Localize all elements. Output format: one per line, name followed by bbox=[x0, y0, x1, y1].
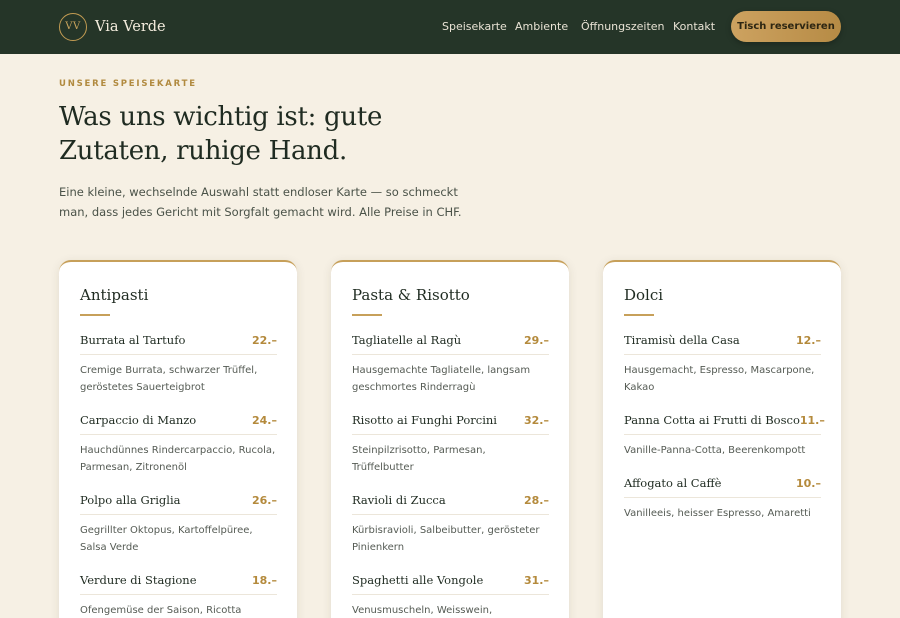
dish-description: Hausgemacht, Espresso, Mascarpone, Kakao bbox=[624, 365, 815, 393]
menu-card-antipasti: Antipasti Burrata al Tartufo 22.– Cremig… bbox=[59, 260, 297, 618]
dish-price: 32.– bbox=[524, 414, 549, 427]
dish-description: Vanille-Panna-Cotta, Beerenkompott bbox=[624, 445, 806, 456]
dish-price: 26.– bbox=[252, 494, 277, 507]
dish-price: 24.– bbox=[252, 414, 277, 427]
dish-price: 18.– bbox=[252, 574, 277, 587]
dish-price: 12.– bbox=[796, 334, 821, 347]
dish-price: 10.– bbox=[796, 477, 821, 490]
menu-item: Affogato al Caffè 10.– Vanilleeis, heiss… bbox=[624, 475, 821, 522]
dish-name: Tiramisù della Casa bbox=[624, 333, 740, 347]
menu-item: Risotto ai Funghi Porcini 32.– Steinpilz… bbox=[352, 412, 549, 476]
menu-category-title: Dolci bbox=[624, 286, 664, 304]
menu-item: Tiramisù della Casa 12.– Hausgemacht, Es… bbox=[624, 332, 821, 396]
logo-monogram: VV bbox=[59, 12, 87, 41]
menu-card-pasta-risotto: Pasta & Risotto Tagliatelle al Ragù 29.–… bbox=[331, 260, 569, 618]
dish-name: Ravioli di Zucca bbox=[352, 493, 446, 507]
reserve-table-button[interactable]: Tisch reservieren bbox=[731, 11, 841, 42]
dish-description: Venusmuscheln, Weisswein, Knoblauch, Pet… bbox=[352, 605, 493, 616]
nav-link-kontakt[interactable]: Kontakt bbox=[673, 19, 715, 35]
menu-item: Ravioli di Zucca 28.– Kürbisravioli, Sal… bbox=[352, 492, 549, 556]
title-divider bbox=[352, 314, 382, 316]
dish-name: Tagliatelle al Ragù bbox=[352, 333, 462, 347]
dish-name: Carpaccio di Manzo bbox=[80, 413, 197, 427]
dish-name: Polpo alla Griglia bbox=[80, 493, 181, 507]
title-divider bbox=[624, 314, 654, 316]
menu-category-title: Antipasti bbox=[80, 286, 149, 304]
dish-price: 22.– bbox=[252, 334, 277, 347]
dish-name: Verdure di Stagione bbox=[80, 573, 197, 587]
nav-link-ambiente[interactable]: Ambiente bbox=[515, 19, 568, 35]
section-eyebrow: UNSERE SPEISEKARTE bbox=[59, 79, 197, 89]
intro-text: Eine kleine, wechselnde Auswahl statt en… bbox=[59, 185, 462, 219]
nav-link-speisekarte[interactable]: Speisekarte bbox=[442, 19, 507, 35]
menu-item: Tagliatelle al Ragù 29.– Hausgemachte Ta… bbox=[352, 332, 549, 396]
menu-item: Verdure di Stagione 18.– Ofengemüse der … bbox=[80, 572, 277, 618]
menu-card-dolci: Dolci Tiramisù della Casa 12.– Hausgemac… bbox=[603, 260, 841, 618]
site-header: VV Via Verde Speisekarte Ambiente Öffnun… bbox=[0, 0, 900, 54]
dish-description: Ofengemüse der Saison, Ricotta salata, K… bbox=[80, 605, 242, 616]
dish-name: Spaghetti alle Vongole bbox=[352, 573, 484, 587]
brand-logo[interactable]: VV Via Verde bbox=[59, 12, 166, 41]
page-title: Was uns wichtig ist: gute Zutaten, ruhig… bbox=[59, 102, 383, 166]
dish-description: Kürbisravioli, Salbeibutter, gerösteter … bbox=[352, 525, 540, 553]
menu-item: Spaghetti alle Vongole 31.– Venusmuschel… bbox=[352, 572, 549, 618]
menu-item: Panna Cotta ai Frutti di Bosco 11.– Vani… bbox=[624, 412, 825, 459]
dish-name: Affogato al Caffè bbox=[624, 476, 722, 490]
dish-price: 11.– bbox=[799, 414, 825, 427]
dish-description: Vanilleeis, heisser Espresso, Amaretti bbox=[624, 508, 811, 519]
brand-name: Via Verde bbox=[95, 18, 166, 35]
menu-category-title: Pasta & Risotto bbox=[352, 286, 470, 304]
dish-description: Hausgemachte Tagliatelle, langsam geschm… bbox=[352, 365, 531, 393]
dish-price: 31.– bbox=[524, 574, 549, 587]
title-divider bbox=[80, 314, 110, 316]
dish-description: Hauchdünnes Rindercarpaccio, Rucola, Par… bbox=[80, 445, 276, 473]
menu-item: Burrata al Tartufo 22.– Cremige Burrata,… bbox=[80, 332, 277, 396]
dish-description: Cremige Burrata, schwarzer Trüffel, gerö… bbox=[80, 365, 258, 393]
menu-item: Carpaccio di Manzo 24.– Hauchdünnes Rind… bbox=[80, 412, 277, 476]
dish-name: Burrata al Tartufo bbox=[80, 333, 186, 347]
dish-price: 29.– bbox=[524, 334, 549, 347]
dish-description: Gegrillter Oktopus, Kartoffelpüree, Sals… bbox=[80, 525, 253, 553]
nav-link-oeffnungszeiten[interactable]: Öffnungszeiten bbox=[581, 19, 665, 35]
dish-name: Panna Cotta ai Frutti di Bosco bbox=[624, 413, 800, 427]
dish-description: Steinpilzrisotto, Parmesan, Trüffelbutte… bbox=[352, 445, 486, 473]
dish-name: Risotto ai Funghi Porcini bbox=[352, 413, 497, 427]
menu-item: Polpo alla Griglia 26.– Gegrillter Oktop… bbox=[80, 492, 277, 556]
dish-price: 28.– bbox=[524, 494, 549, 507]
